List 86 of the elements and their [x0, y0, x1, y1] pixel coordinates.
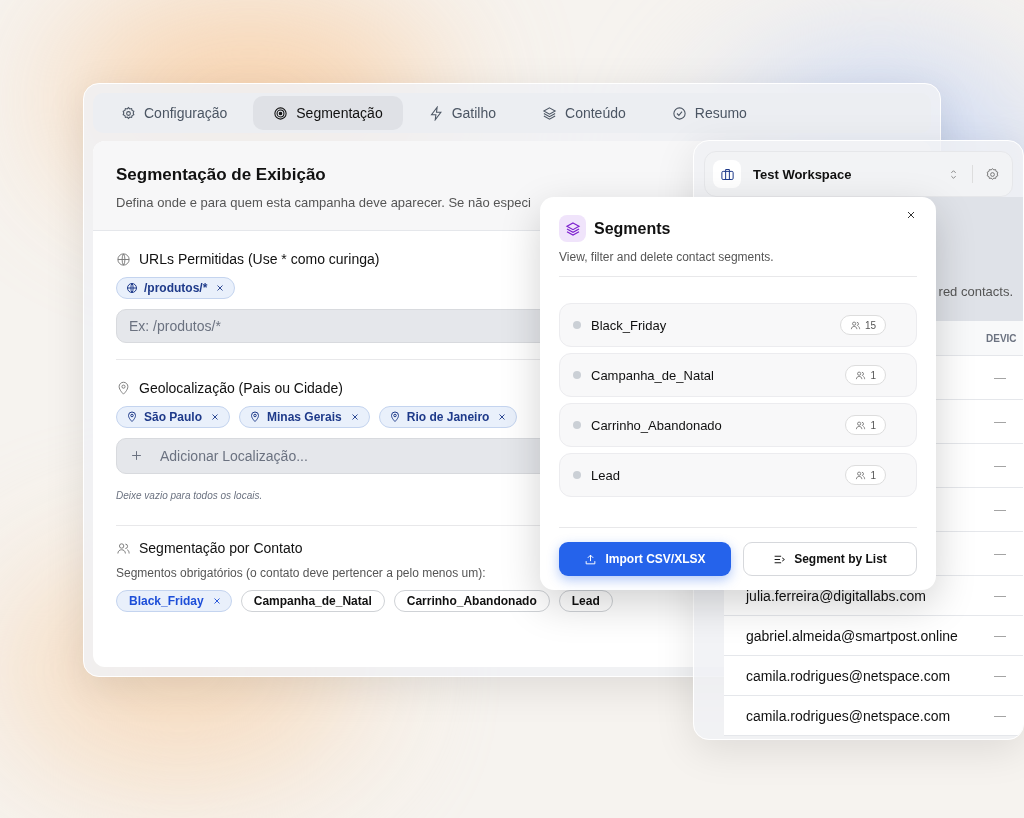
email-cell: julia.ferreira@digitallabs.com	[746, 587, 926, 604]
chip-label: Carrinho_Abandonado	[406, 594, 537, 608]
tag-label: Minas Gerais	[267, 410, 342, 424]
briefcase-icon	[719, 166, 735, 182]
status-dot-icon	[573, 371, 581, 379]
location-pin-icon	[126, 411, 138, 423]
device-cell: —	[994, 502, 1006, 517]
globe-icon	[116, 251, 131, 267]
email-cell: camila.rodrigues@netspace.com	[746, 707, 951, 724]
users-icon	[116, 540, 131, 556]
layers-icon	[542, 105, 558, 121]
segment-name: Campanha_de_Natal	[591, 367, 715, 383]
remove-icon[interactable]	[497, 412, 508, 422]
chip-label: Campanha_de_Natal	[253, 594, 372, 608]
lightning-icon	[428, 105, 444, 121]
field-label: Geolocalização (Pais ou Cidade)	[139, 380, 343, 396]
workspace-switcher[interactable]: Test Workspace	[704, 151, 1013, 197]
field-label: Segmentação por Contato	[139, 540, 303, 556]
tab[interactable]: Segmentação	[253, 96, 403, 130]
globe-icon	[126, 282, 138, 294]
check-circle-icon	[671, 105, 687, 121]
device-cell: —	[994, 628, 1006, 643]
gear-icon	[121, 105, 136, 121]
count-label: 1	[870, 419, 876, 431]
remove-icon[interactable]	[349, 412, 360, 422]
field-label: URLs Permitidas (Use * como curinga)	[139, 251, 380, 267]
header-description: red contacts.	[938, 284, 1013, 299]
segment-item[interactable]: Lead 1	[559, 453, 917, 497]
count-label: 15	[864, 319, 876, 331]
hint-text: Deixe vazio para todos os locais.	[116, 490, 264, 501]
status-dot-icon	[573, 321, 581, 329]
tab[interactable]: Conteúdo	[522, 96, 646, 130]
segment-item[interactable]: Campanha_de_Natal 1	[559, 353, 917, 397]
location-pin-icon	[116, 380, 131, 396]
chip-label: Black_Friday	[129, 594, 204, 608]
segment-item[interactable]: Carrinho_Abandonado 1	[559, 403, 917, 447]
target-icon	[273, 105, 289, 121]
email-cell: gabriel.almeida@smartpost.online	[746, 627, 958, 644]
device-cell: —	[994, 708, 1006, 723]
device-cell: —	[994, 370, 1006, 385]
close-icon[interactable]	[905, 209, 917, 221]
tab[interactable]: Resumo	[651, 96, 767, 130]
section-description: Defina onde e para quem esta campanha deve aparecer. Se não especi	[116, 195, 531, 210]
tag-label: Rio de Janeiro	[406, 410, 490, 424]
layers-icon	[559, 215, 586, 242]
users-icon	[855, 469, 867, 481]
segment-chip[interactable]: Lead	[558, 590, 613, 612]
count-label: 1	[870, 369, 876, 381]
tab[interactable]: Gatilho	[408, 96, 517, 130]
location-pin-icon	[249, 411, 261, 423]
segment-chip[interactable]: Campanha_de_Natal	[240, 590, 385, 612]
segment-chip[interactable]: Black_Friday	[116, 590, 232, 612]
remove-icon[interactable]	[215, 283, 226, 293]
device-cell: —	[994, 668, 1006, 683]
status-dot-icon	[573, 471, 581, 479]
tab[interactable]: Configuração	[101, 96, 248, 130]
segment-name: Black_Friday	[591, 317, 668, 333]
segment-chip[interactable]: Carrinho_Abandonado	[393, 590, 550, 612]
section-title: Segmentação de Exibição	[116, 165, 326, 185]
device-cell: —	[994, 414, 1006, 429]
segment-by-list-button[interactable]: Segment by List	[743, 542, 917, 576]
plus-icon	[129, 448, 144, 463]
segment-item[interactable]: Black_Friday 15	[559, 303, 917, 347]
device-cell: —	[994, 546, 1006, 561]
dialog-description: View, filter and delete contact segments.	[559, 250, 917, 277]
device-cell: —	[994, 458, 1006, 473]
status-dot-icon	[573, 421, 581, 429]
users-icon	[849, 319, 861, 331]
users-icon	[855, 369, 867, 381]
users-icon	[855, 419, 867, 431]
location-pin-icon	[388, 411, 401, 423]
column-header: DEVIC	[986, 332, 1017, 344]
import-button[interactable]: Import CSV/XLSX	[559, 542, 731, 576]
remove-icon[interactable]	[210, 412, 220, 422]
remove-icon[interactable]	[211, 596, 222, 606]
settings-icon[interactable]	[985, 166, 1000, 182]
chip-label: Lead	[571, 594, 600, 608]
dialog-title: Segments	[594, 219, 671, 238]
device-cell: —	[994, 588, 1006, 603]
email-cell: camila.rodrigues@netspace.com	[746, 667, 951, 684]
tag-label: /produtos/*	[144, 281, 208, 295]
segment-name: Carrinho_Abandonado	[591, 417, 723, 433]
tag-label: São Paulo	[144, 410, 202, 424]
workspace-name: Test Workspace	[753, 166, 853, 182]
field-description: Segmentos obrigatórios (o contato deve pertencer a pelo menos um):	[116, 566, 487, 580]
upload-icon	[584, 552, 598, 566]
